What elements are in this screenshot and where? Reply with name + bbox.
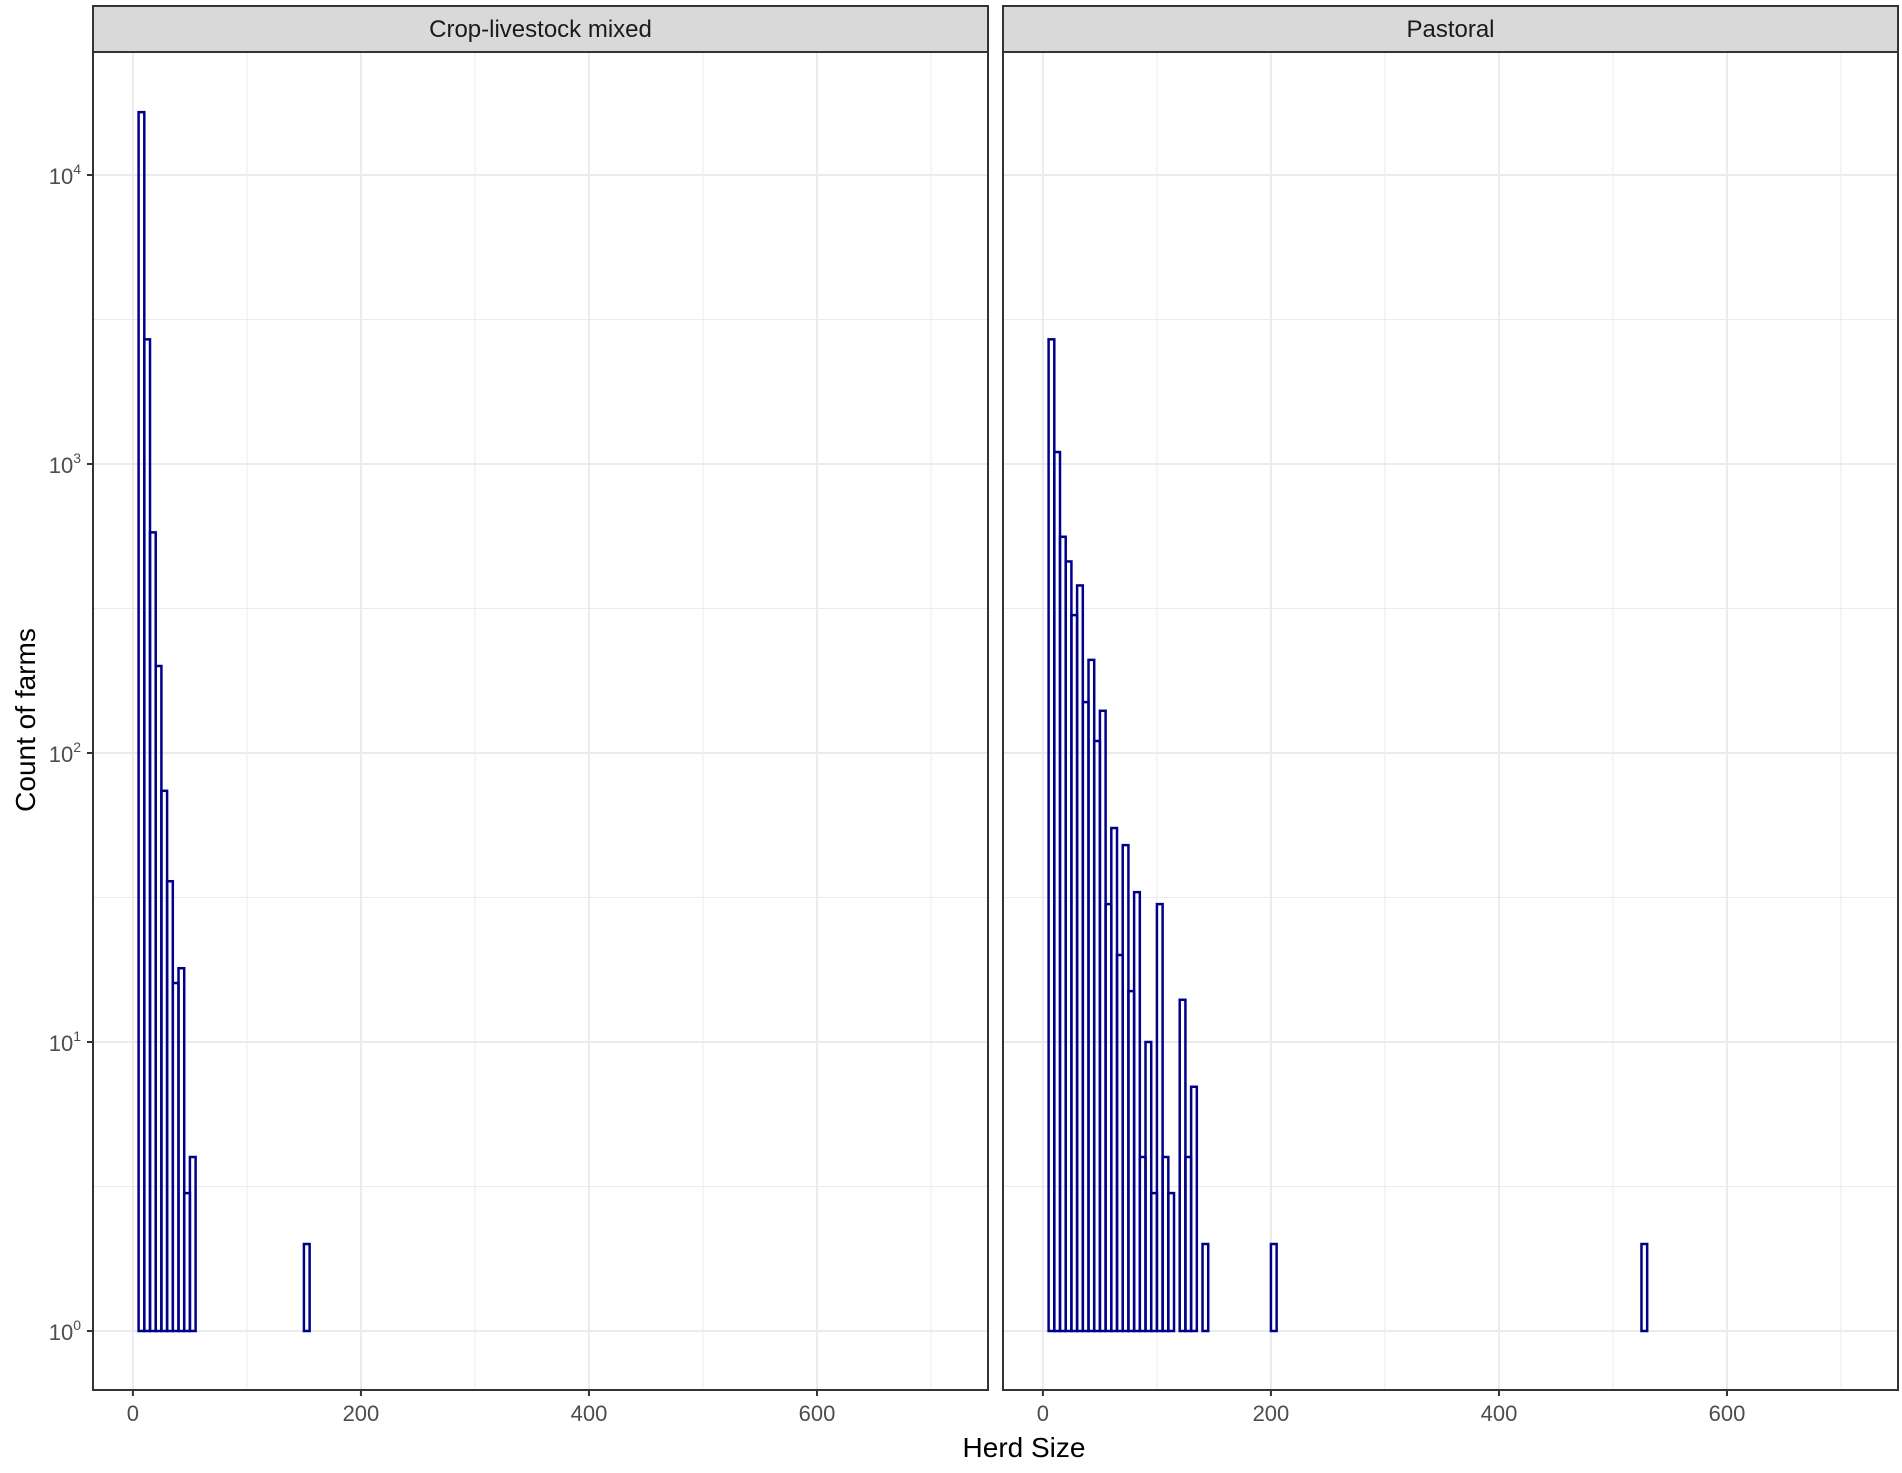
y-axis-title: Count of farms: [10, 628, 41, 812]
x-tick-label: 0: [1037, 1401, 1049, 1426]
y-tick-label: 102: [49, 739, 81, 767]
x-axis-title: Herd Size: [963, 1432, 1086, 1463]
y-tick-label: 103: [49, 450, 81, 478]
panels: Crop-livestock mixed Pastoral: [92, 5, 1899, 1391]
y-tick-label: 104: [49, 161, 81, 189]
facet-label: Pastoral: [1406, 16, 1494, 43]
facet-panel: Crop-livestock mixed: [92, 5, 989, 1391]
x-tick-label: 400: [1481, 1401, 1518, 1426]
faceted-histogram: Crop-livestock mixed Pastoral 10010110210…: [10, 5, 1899, 1463]
x-tick-label: 600: [799, 1401, 836, 1426]
x-tick-label: 200: [343, 1401, 380, 1426]
x-tick-label: 200: [1253, 1401, 1290, 1426]
panel-background: [1003, 52, 1898, 1390]
y-tick-label: 101: [49, 1028, 81, 1056]
facet-label: Crop-livestock mixed: [429, 16, 652, 43]
x-axis: 0 200 400 600 0 200 400 600: [127, 1390, 1746, 1426]
y-tick-label: 100: [49, 1317, 81, 1345]
x-tick-label: 600: [1709, 1401, 1746, 1426]
y-axis: 100 101 102 103 104: [49, 161, 93, 1345]
x-tick-label: 0: [127, 1401, 139, 1426]
x-tick-label: 400: [571, 1401, 608, 1426]
facet-panel: Pastoral: [1002, 5, 1899, 1391]
panel-background: [93, 52, 988, 1390]
